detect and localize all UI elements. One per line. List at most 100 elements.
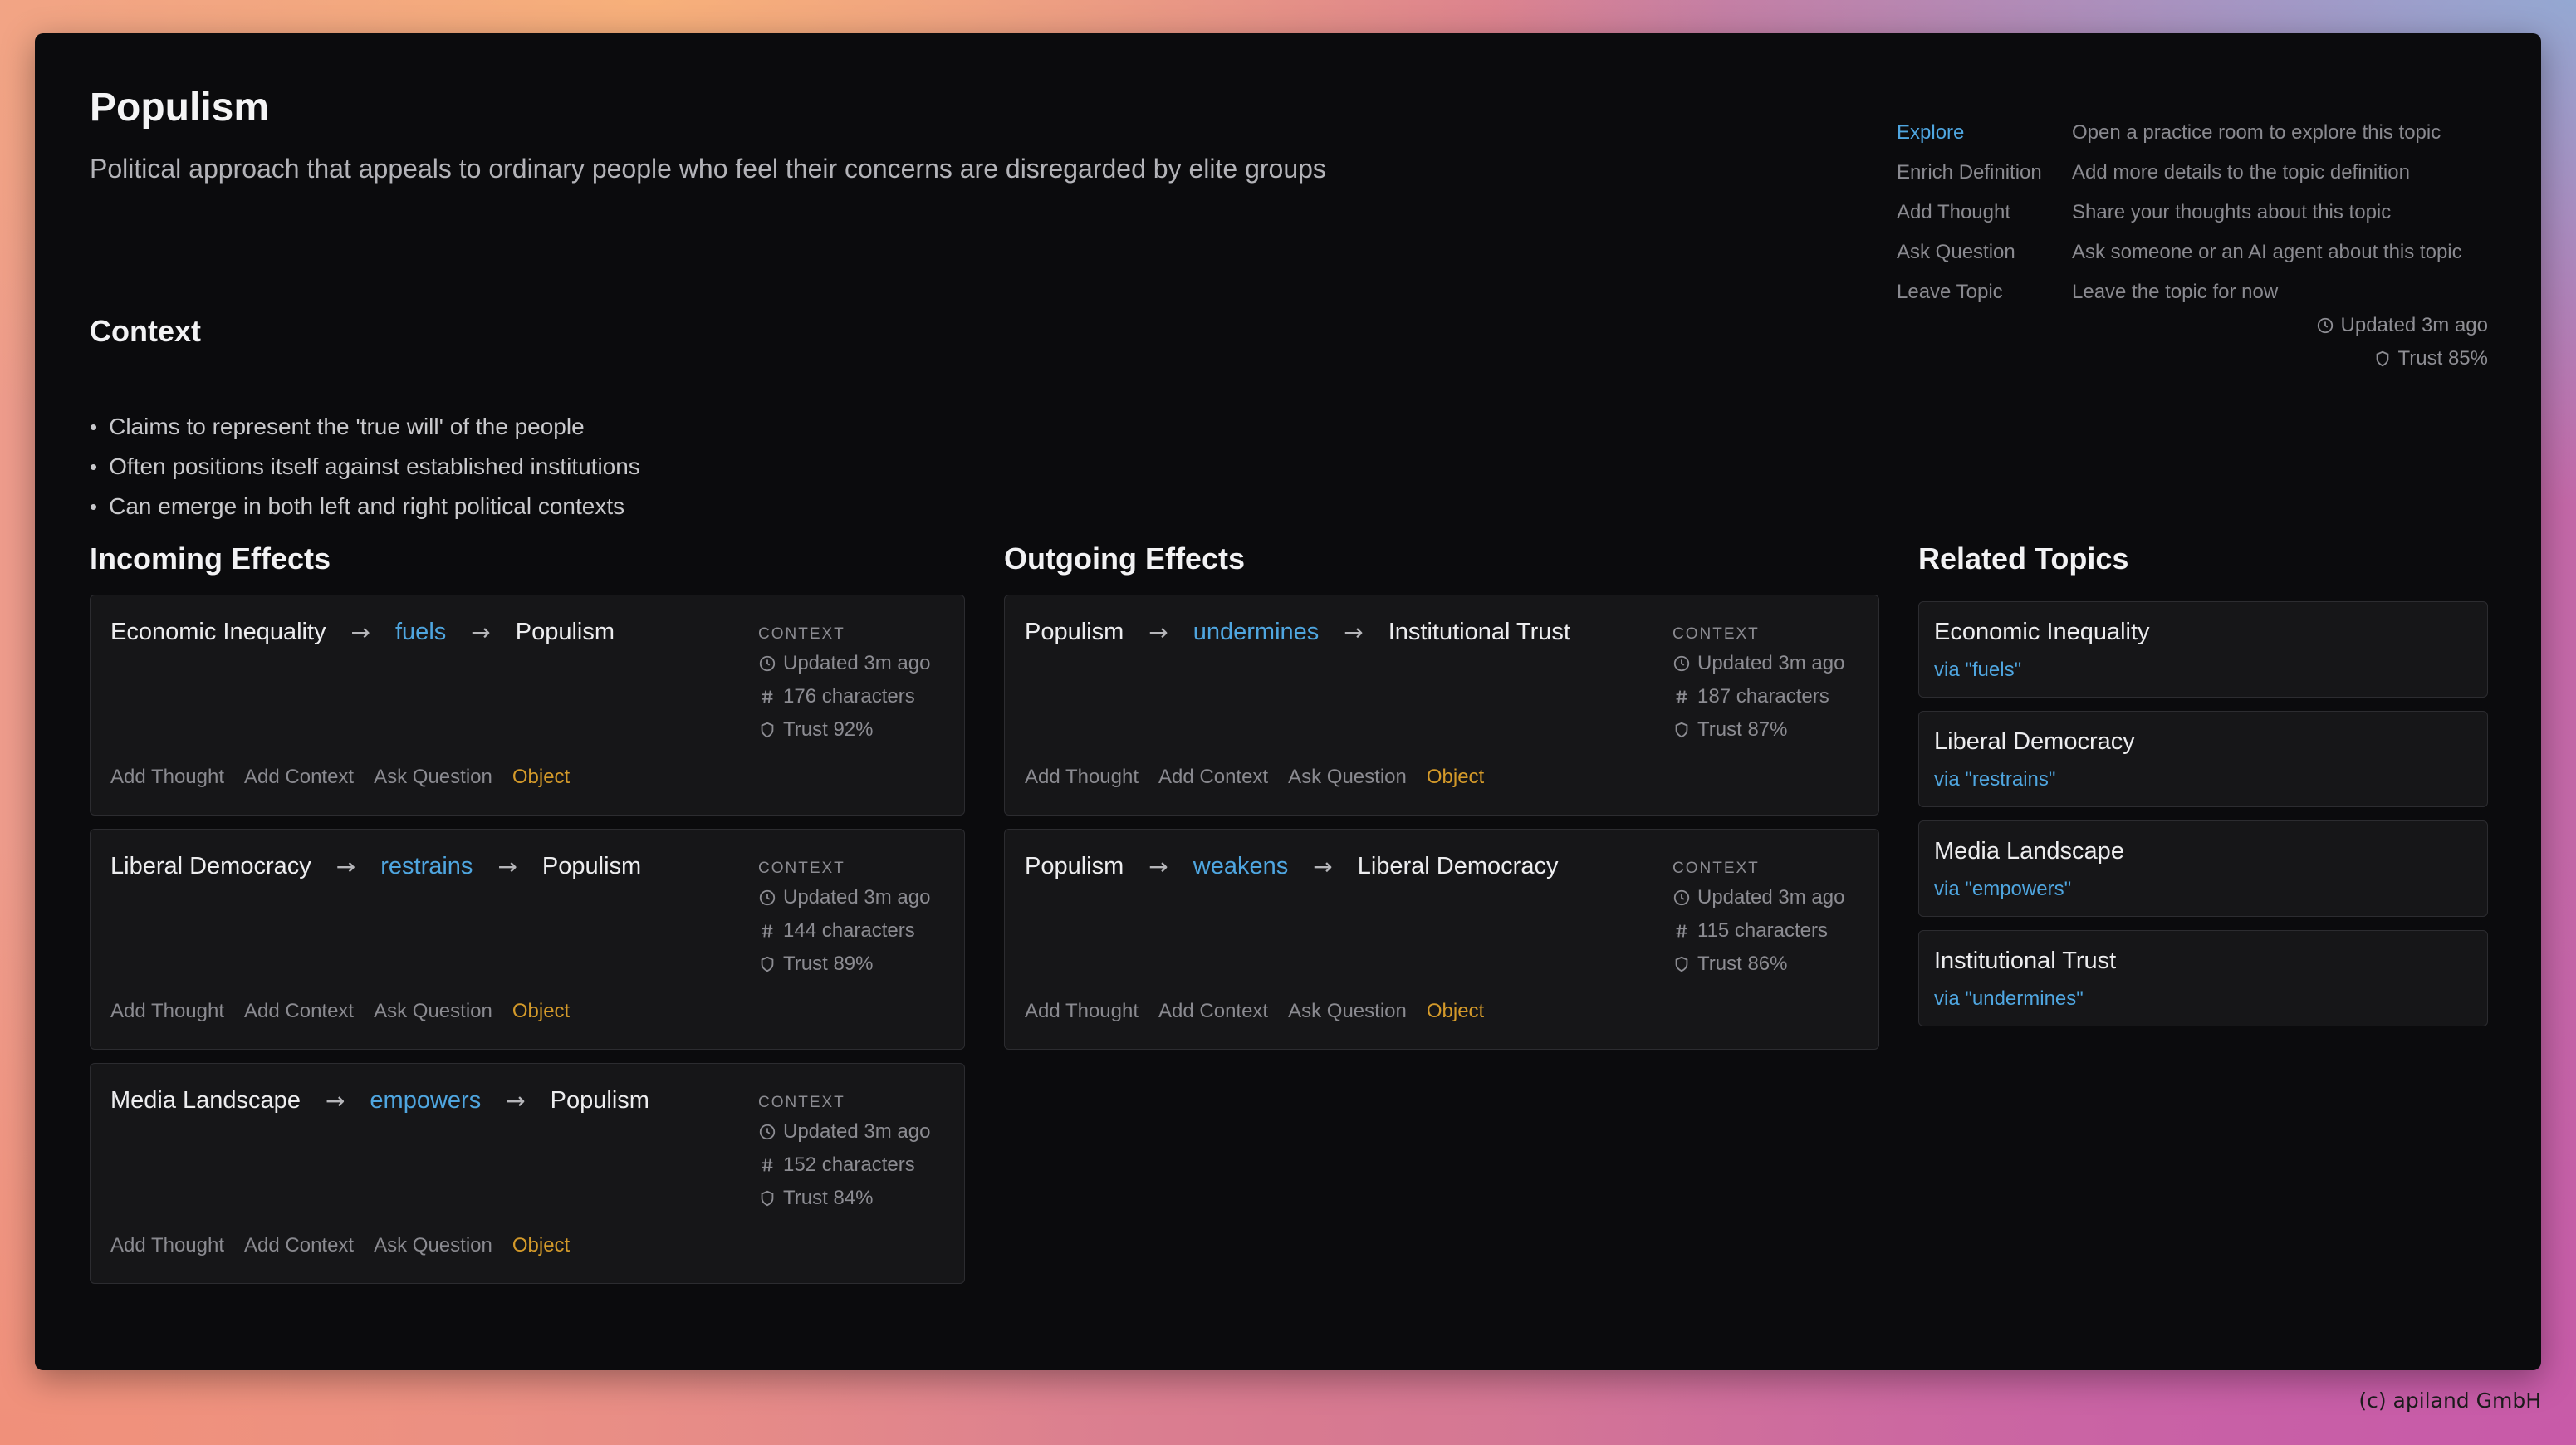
related-topic-card[interactable]: Institutional Trust via "undermines": [1918, 930, 2488, 1026]
effect-source[interactable]: Media Landscape: [110, 1087, 301, 1114]
effect-verb[interactable]: fuels: [395, 619, 446, 646]
arrow-right-icon: →: [335, 853, 356, 880]
clock-icon: [1673, 655, 1690, 672]
add-context-button[interactable]: Add Context: [244, 1000, 354, 1023]
effect-updated-text: Updated 3m ago: [783, 1120, 931, 1143]
ask-question-button[interactable]: Ask Question: [374, 1234, 492, 1257]
object-button[interactable]: Object: [1427, 1000, 1484, 1023]
effect-chars-text: 144 characters: [783, 919, 915, 942]
effect-updated: Updated 3m ago: [1672, 881, 1844, 914]
topic-trust: Trust 85%: [2316, 342, 2488, 375]
object-button[interactable]: Object: [512, 766, 570, 789]
hash-icon: [1676, 924, 1687, 938]
incoming-effects-heading: Incoming Effects: [90, 541, 331, 576]
action-hint: Open a practice room to explore this top…: [2072, 121, 2441, 144]
object-button[interactable]: Object: [512, 1234, 570, 1257]
effect-actions: Add Thought Add Context Ask Question Obj…: [1025, 1000, 1484, 1023]
ask-question-button[interactable]: Ask Question: [1288, 766, 1407, 789]
effect-flow: Media Landscape → empowers → Populism: [110, 1087, 649, 1114]
action-enrich-definition[interactable]: Enrich Definition Add more details to th…: [1897, 153, 2462, 193]
action-hint: Share your thoughts about this topic: [2072, 201, 2392, 223]
outgoing-effects-heading: Outgoing Effects: [1004, 541, 1245, 576]
incoming-effect-card[interactable]: Economic Inequality → fuels → Populism C…: [90, 595, 965, 816]
context-label: CONTEXT: [758, 625, 845, 643]
shield-icon: [761, 956, 774, 972]
effect-chars-text: 187 characters: [1697, 685, 1829, 708]
action-leave-topic[interactable]: Leave Topic Leave the topic for now: [1897, 272, 2462, 312]
effect-updated: Updated 3m ago: [758, 1115, 930, 1149]
effect-verb[interactable]: restrains: [380, 853, 473, 880]
effect-source[interactable]: Populism: [1025, 853, 1124, 880]
related-topic-via: via "fuels": [1934, 659, 2022, 681]
action-ask-question[interactable]: Ask Question Ask someone or an AI agent …: [1897, 233, 2462, 272]
related-topic-card[interactable]: Media Landscape via "empowers": [1918, 820, 2488, 917]
action-add-thought[interactable]: Add Thought Share your thoughts about th…: [1897, 193, 2462, 233]
add-thought-button[interactable]: Add Thought: [110, 766, 224, 789]
add-context-button[interactable]: Add Context: [1158, 766, 1268, 789]
topic-description: Political approach that appeals to ordin…: [90, 154, 1326, 184]
arrow-right-icon: →: [1313, 853, 1333, 880]
effect-verb[interactable]: weakens: [1193, 853, 1288, 880]
add-context-button[interactable]: Add Context: [244, 766, 354, 789]
context-item: Can emerge in both left and right politi…: [90, 487, 640, 527]
add-thought-button[interactable]: Add Thought: [1025, 1000, 1139, 1023]
ask-question-button[interactable]: Ask Question: [374, 766, 492, 789]
add-context-button[interactable]: Add Context: [1158, 1000, 1268, 1023]
effect-flow: Economic Inequality → fuels → Populism: [110, 619, 615, 646]
outgoing-effect-card[interactable]: Populism → undermines → Institutional Tr…: [1004, 595, 1879, 816]
effect-target[interactable]: Populism: [542, 853, 641, 880]
object-button[interactable]: Object: [1427, 766, 1484, 789]
effect-flow: Populism → undermines → Institutional Tr…: [1025, 619, 1570, 646]
effect-updated-text: Updated 3m ago: [1697, 652, 1845, 674]
effect-chars: 144 characters: [758, 914, 930, 948]
effect-target[interactable]: Populism: [516, 619, 615, 646]
incoming-effect-card[interactable]: Liberal Democracy → restrains → Populism…: [90, 829, 965, 1050]
topic-actions: Explore Open a practice room to explore …: [1897, 113, 2462, 312]
related-topic-via: via "empowers": [1934, 878, 2072, 900]
clock-icon: [759, 655, 776, 672]
effect-chars: 176 characters: [758, 680, 930, 713]
related-topic-card[interactable]: Liberal Democracy via "restrains": [1918, 711, 2488, 807]
effect-trust-text: Trust 87%: [1697, 718, 1788, 741]
action-name: Ask Question: [1897, 241, 2015, 263]
effect-source[interactable]: Economic Inequality: [110, 619, 326, 646]
topic-meta: Updated 3m ago Trust 85%: [2316, 309, 2488, 375]
related-topic-title: Media Landscape: [1934, 838, 2124, 865]
effect-verb[interactable]: empowers: [370, 1087, 481, 1114]
incoming-effect-card[interactable]: Media Landscape → empowers → Populism CO…: [90, 1063, 965, 1284]
effect-verb[interactable]: undermines: [1193, 619, 1320, 646]
action-explore[interactable]: Explore Open a practice room to explore …: [1897, 113, 2462, 153]
object-button[interactable]: Object: [512, 1000, 570, 1023]
effect-meta: CONTEXT Updated 3m ago 176 characters Tr…: [758, 622, 930, 747]
effect-source[interactable]: Liberal Democracy: [110, 853, 311, 880]
add-thought-button[interactable]: Add Thought: [110, 1234, 224, 1257]
action-name: Enrich Definition: [1897, 161, 2042, 184]
effect-target[interactable]: Liberal Democracy: [1358, 853, 1559, 880]
effect-actions: Add Thought Add Context Ask Question Obj…: [110, 766, 570, 789]
arrow-right-icon: →: [471, 619, 491, 646]
add-context-button[interactable]: Add Context: [244, 1234, 354, 1257]
effect-source[interactable]: Populism: [1025, 619, 1124, 646]
clock-icon: [759, 1124, 776, 1140]
action-hint: Ask someone or an AI agent about this to…: [2072, 241, 2462, 263]
clock-icon: [759, 889, 776, 906]
effect-target[interactable]: Institutional Trust: [1388, 619, 1570, 646]
hash-icon: [762, 1158, 773, 1172]
outgoing-effect-card[interactable]: Populism → weakens → Liberal Democracy C…: [1004, 829, 1879, 1050]
effect-flow: Liberal Democracy → restrains → Populism: [110, 853, 641, 880]
action-name: Explore: [1897, 121, 1965, 144]
effect-trust: Trust 87%: [1672, 713, 1844, 747]
context-item: Often positions itself against establish…: [90, 447, 640, 487]
arrow-right-icon: →: [325, 1087, 345, 1114]
hash-icon: [762, 924, 773, 938]
add-thought-button[interactable]: Add Thought: [110, 1000, 224, 1023]
effect-target[interactable]: Populism: [551, 1087, 649, 1114]
topic-updated: Updated 3m ago: [2316, 309, 2488, 342]
app-window: Populism Political approach that appeals…: [35, 33, 2541, 1370]
effect-updated-text: Updated 3m ago: [783, 886, 931, 909]
related-topic-title: Liberal Democracy: [1934, 728, 2135, 755]
ask-question-button[interactable]: Ask Question: [374, 1000, 492, 1023]
related-topic-card[interactable]: Economic Inequality via "fuels": [1918, 601, 2488, 698]
ask-question-button[interactable]: Ask Question: [1288, 1000, 1407, 1023]
add-thought-button[interactable]: Add Thought: [1025, 766, 1139, 789]
